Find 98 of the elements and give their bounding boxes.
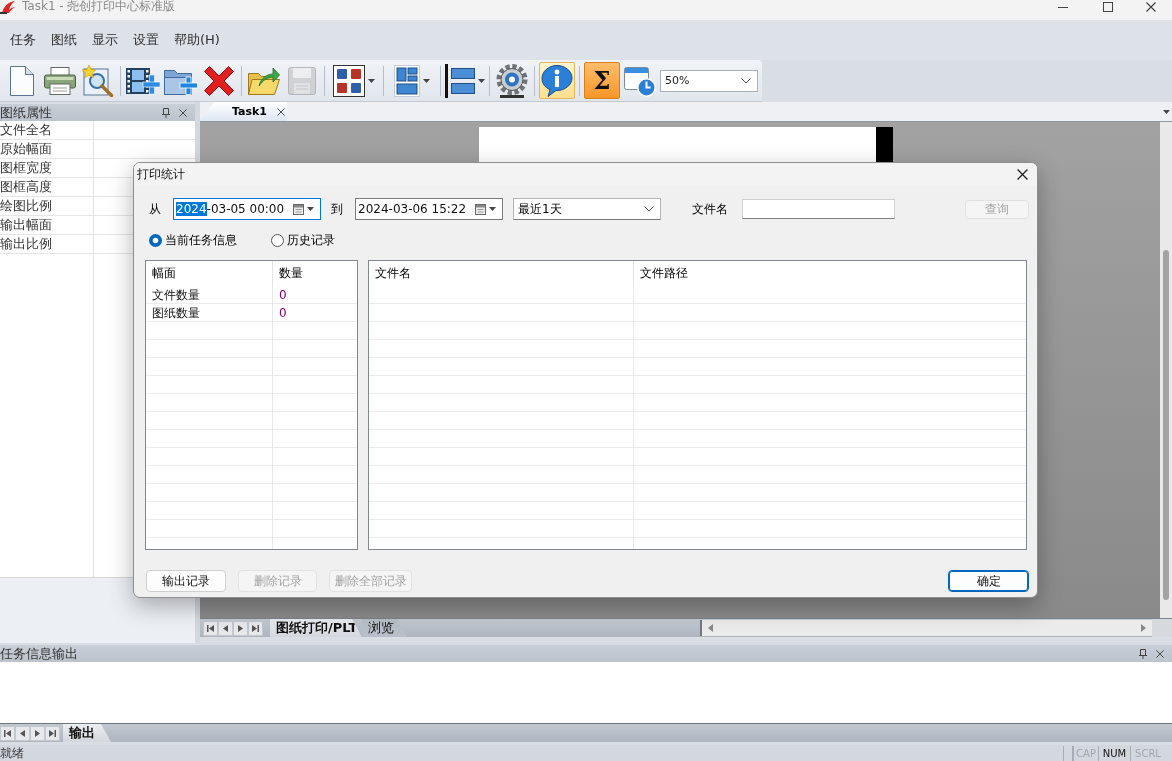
panel-title: 图纸属性 — [0, 103, 52, 122]
panel-title: 任务信息输出 — [0, 644, 78, 663]
date-field[interactable]: 2024-03-05 00:00 — [173, 198, 321, 220]
first-icon — [207, 624, 214, 632]
table-cell-text: 文件数量 — [151, 286, 201, 304]
ok-button[interactable]: 确定 — [948, 570, 1029, 592]
first-button[interactable] — [203, 620, 218, 636]
menu-item[interactable]: 帮助(H) — [174, 31, 220, 49]
pin-icon — [162, 107, 170, 118]
arrow-left-icon — [708, 624, 713, 632]
last-button[interactable] — [248, 620, 263, 636]
next-icon — [237, 624, 244, 632]
property-name: 图框宽度 — [0, 159, 52, 177]
caret-icon — [423, 78, 430, 83]
magnifier-star-icon — [82, 64, 114, 97]
next-button[interactable] — [233, 620, 248, 636]
grid-icon — [333, 64, 365, 97]
minimize-icon — [1057, 6, 1068, 8]
toolbar-button[interactable] — [494, 62, 530, 99]
menu-item[interactable]: 图纸 — [51, 31, 77, 49]
calendar-icon — [475, 203, 486, 215]
field-label: 从 — [149, 200, 162, 218]
previous-icon — [19, 729, 26, 737]
toolbar-button[interactable] — [445, 62, 485, 99]
status-grip — [1063, 745, 1073, 761]
caret-icon — [489, 207, 496, 211]
column-header[interactable]: 数量 — [273, 261, 357, 286]
column-header[interactable]: 文件路径 — [634, 261, 1026, 286]
printer-icon — [44, 66, 76, 95]
last-icon — [252, 624, 259, 632]
table-cell-text: 0 — [278, 287, 288, 304]
property-name: 原始幅面 — [0, 140, 52, 158]
table-cell-text: 图纸数量 — [151, 304, 201, 322]
arrow-right-icon — [1141, 624, 1146, 632]
status-text: 就绪 — [0, 744, 24, 761]
document-tab[interactable]: Task1 — [200, 102, 287, 121]
align-icon — [445, 63, 475, 98]
scrollbar-thumb[interactable] — [1163, 250, 1169, 600]
calendar-clock-icon — [624, 64, 656, 97]
pin-icon — [1139, 648, 1147, 659]
caret-icon — [307, 207, 314, 211]
input-field[interactable] — [742, 199, 895, 219]
last-icon — [49, 729, 56, 737]
folder-arrow-icon — [248, 66, 280, 95]
radio-option[interactable]: 历史记录 — [271, 231, 335, 249]
property-name: 输出比例 — [0, 235, 52, 253]
document-icon — [10, 65, 34, 96]
field-label: 文件名 — [692, 200, 729, 218]
dialog-title: 打印统计 — [137, 166, 185, 183]
date-field[interactable]: 2024-03-06 15:22 — [355, 198, 503, 220]
radio-option[interactable]: 当前任务信息 — [149, 231, 271, 249]
chevron-down-icon — [741, 77, 751, 84]
close-icon — [1156, 649, 1164, 658]
close-icon — [1146, 2, 1156, 12]
caret-icon — [1162, 110, 1170, 114]
table-cell-text: 0 — [278, 305, 288, 322]
previous-icon — [222, 624, 229, 632]
previous-button[interactable] — [15, 725, 30, 741]
cross-icon — [204, 65, 234, 96]
chevron-down-icon — [644, 206, 654, 212]
toolbar-button[interactable]: Σ — [584, 62, 620, 99]
caret-icon — [368, 78, 375, 83]
layout-icon — [394, 64, 420, 97]
first-icon — [4, 729, 11, 737]
vertical-scrollbar[interactable] — [1160, 122, 1172, 618]
property-name: 图框高度 — [0, 178, 52, 196]
range-dropdown[interactable]: 最近1天 — [513, 198, 661, 220]
gear-icon — [495, 63, 529, 98]
horizontal-scrollbar[interactable] — [700, 620, 1152, 636]
property-name: 输出幅面 — [0, 216, 52, 234]
sheet-tab[interactable]: 浏览 — [362, 619, 407, 637]
app-logo-icon — [0, 0, 16, 14]
sheet-tab[interactable]: 图纸打印/PLT — [270, 619, 362, 637]
menu-item[interactable]: 设置 — [133, 31, 159, 49]
field-label: 到 — [331, 200, 344, 218]
status-indicator: NUM — [1098, 745, 1130, 761]
next-button[interactable] — [30, 725, 45, 741]
property-name: 文件全名 — [0, 121, 52, 139]
menu-item[interactable]: 显示 — [92, 31, 118, 49]
output-tab[interactable]: 输出 — [63, 724, 111, 742]
close-icon — [179, 108, 187, 117]
close-icon — [1016, 169, 1028, 180]
toolbar-button[interactable] — [539, 62, 575, 99]
property-name: 绘图比例 — [0, 197, 52, 215]
next-icon — [34, 729, 41, 737]
caret-icon — [478, 78, 485, 83]
film-strip-plus-icon — [126, 65, 160, 96]
close-icon — [277, 107, 285, 116]
maximize-icon — [1102, 2, 1113, 12]
previous-button[interactable] — [218, 620, 233, 636]
zoom-dropdown[interactable]: 50% — [660, 69, 758, 92]
info-icon — [541, 64, 573, 97]
first-button[interactable] — [0, 725, 15, 741]
window-title: Task1 - 尧创打印中心标准版 — [22, 0, 176, 13]
menu-item[interactable]: 任务 — [10, 31, 36, 49]
calendar-icon — [293, 203, 304, 215]
last-button[interactable] — [45, 725, 60, 741]
action-button[interactable]: 输出记录 — [146, 570, 226, 592]
